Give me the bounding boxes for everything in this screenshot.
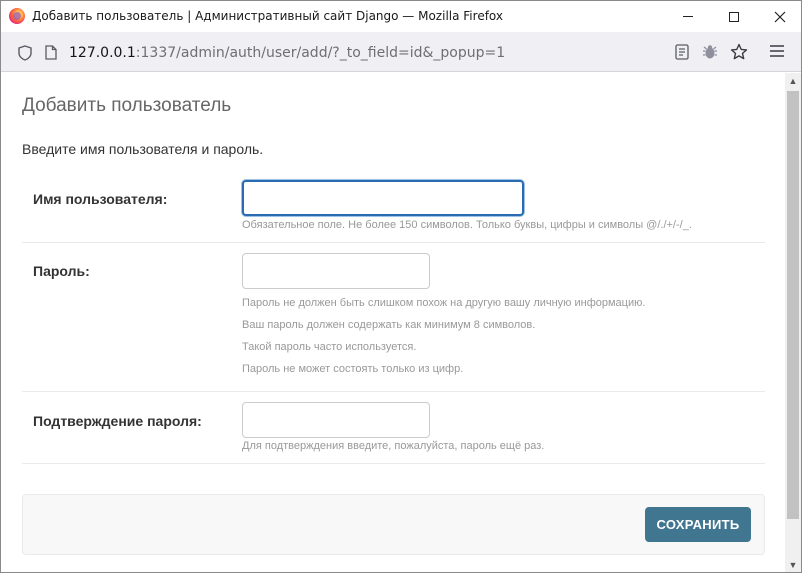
reader-view-icon[interactable]	[675, 44, 689, 60]
close-icon	[774, 11, 786, 22]
intro-text: Введите имя пользователя и пароль.	[22, 141, 264, 157]
url-text[interactable]: 127.0.0.1:1337/admin/auth/user/add/?_to_…	[69, 45, 505, 61]
password-row: Пароль: Пароль не должен быть слишком по…	[22, 243, 765, 392]
scroll-down-arrow-icon[interactable]: ▼	[785, 557, 801, 572]
extension-bug-icon[interactable]	[702, 44, 718, 60]
password-help-item: Ваш пароль должен содержать как минимум …	[242, 319, 536, 331]
shield-icon[interactable]	[18, 45, 32, 61]
url-field[interactable]: 127.0.0.1:1337/admin/auth/user/add/?_to_…	[7, 37, 757, 67]
hamburger-menu-icon[interactable]	[770, 45, 784, 57]
password-help-item: Такой пароль часто используется.	[242, 341, 417, 353]
page-icon[interactable]	[45, 45, 57, 60]
close-button[interactable]	[757, 1, 801, 32]
save-button[interactable]: СОХРАНИТЬ	[645, 507, 751, 542]
password-help-item: Пароль не может состоять только из цифр.	[242, 363, 464, 375]
scroll-thumb[interactable]	[787, 91, 799, 519]
maximize-button[interactable]	[711, 1, 757, 32]
password-confirm-row: Подтверждение пароля: Для подтверждения …	[22, 392, 765, 464]
password-input[interactable]	[242, 253, 430, 289]
minimize-icon	[683, 16, 693, 17]
minimize-button[interactable]	[665, 1, 711, 32]
password-confirm-input[interactable]	[242, 402, 430, 438]
maximize-icon	[729, 11, 739, 22]
password-confirm-help: Для подтверждения введите, пожалуйста, п…	[242, 440, 545, 452]
page-content: Добавить пользователь Введите имя пользо…	[1, 73, 785, 572]
username-label: Имя пользователя:	[33, 191, 168, 207]
password-label: Пароль:	[33, 263, 90, 279]
username-row: Имя пользователя: Обязательное поле. Не …	[22, 173, 765, 243]
username-input[interactable]	[242, 180, 524, 216]
page-title: Добавить пользователь	[22, 95, 232, 116]
username-help: Обязательное поле. Не более 150 символов…	[242, 219, 692, 231]
password-confirm-label: Подтверждение пароля:	[33, 413, 202, 429]
scroll-up-arrow-icon[interactable]: ▲	[785, 73, 801, 89]
firefox-logo-icon	[9, 8, 25, 24]
browser-window: Добавить пользователь | Административный…	[0, 0, 802, 573]
vertical-scrollbar[interactable]: ▲ ▼	[785, 73, 801, 572]
navigation-bar: 127.0.0.1:1337/admin/auth/user/add/?_to_…	[1, 32, 801, 72]
password-help-item: Пароль не должен быть слишком похож на д…	[242, 297, 646, 309]
window-title: Добавить пользователь | Административный…	[32, 9, 503, 23]
submit-row: СОХРАНИТЬ	[22, 494, 765, 555]
url-path: :1337/admin/auth/user/add/?_to_field=id&…	[135, 45, 506, 61]
bookmark-star-icon[interactable]	[730, 43, 748, 61]
url-host: 127.0.0.1	[69, 45, 136, 61]
title-bar: Добавить пользователь | Административный…	[1, 1, 801, 32]
